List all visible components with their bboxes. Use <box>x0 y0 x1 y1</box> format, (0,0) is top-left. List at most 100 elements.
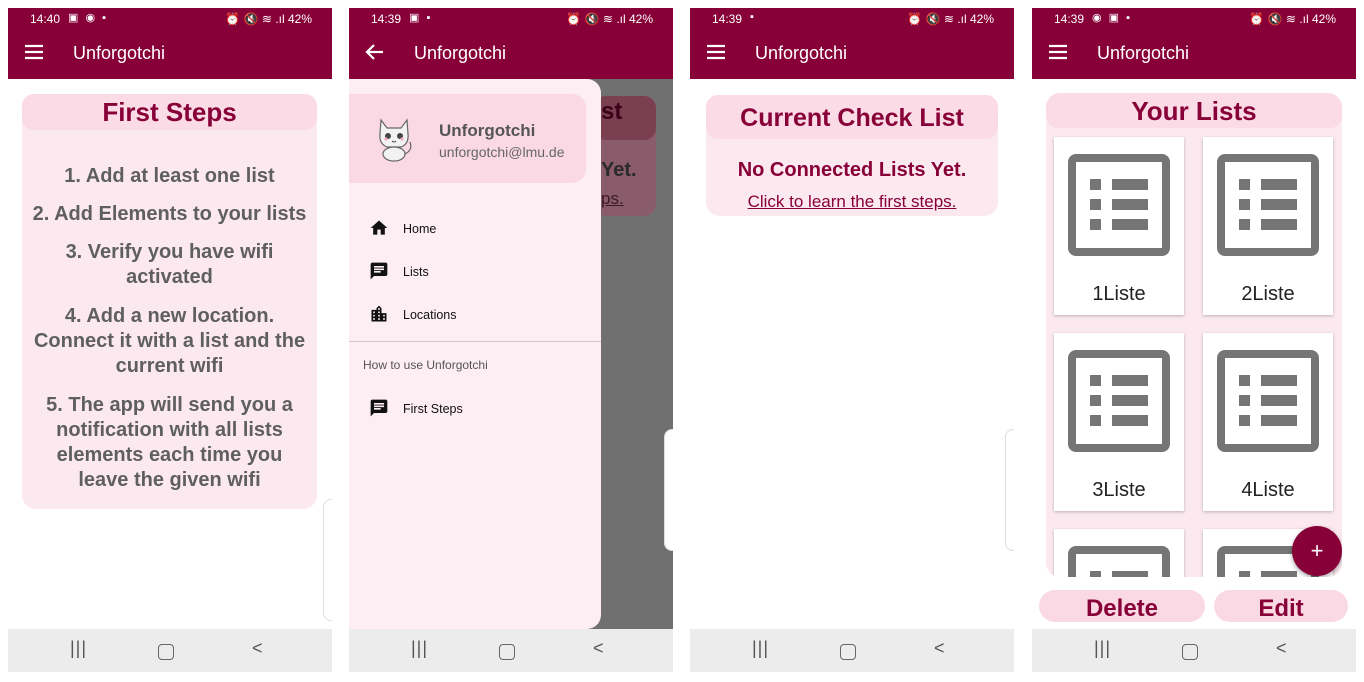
drawer-item-locations[interactable]: Locations <box>369 301 589 331</box>
main-content: Your Lists 1Liste 2Liste 3Liste 4Liste +… <box>1032 79 1356 629</box>
list-icon <box>1217 350 1319 452</box>
app-bar: Unforgotchi <box>1032 28 1356 79</box>
location-city-icon <box>371 305 387 322</box>
back-nav-icon[interactable]: < <box>1276 638 1287 659</box>
your-lists-title: Your Lists <box>1046 93 1342 128</box>
recent-apps-icon[interactable]: ||| <box>70 638 87 659</box>
back-arrow-icon[interactable] <box>363 40 387 64</box>
status-left-icons: ▪ <box>750 11 756 23</box>
screen-first-steps: 14:40 ▣ ◉ ▪ ⏰ 🔇 ≋ .ıl 42% Unforgotchi Fi… <box>8 8 332 672</box>
app-bar: Unforgotchi <box>8 28 332 79</box>
screen-navigation-drawer: 14:39 ▣ ▪ ⏰ 🔇 ≋ .ıl 42% Unforgotchi st Y… <box>349 8 673 672</box>
first-steps-title: First Steps <box>22 94 317 130</box>
status-right-indicators: ⏰ 🔇 ≋ .ıl 42% <box>225 12 312 26</box>
status-bar: 14:39 ◉ ▣ ▪ ⏰ 🔇 ≋ .ıl 42% <box>1032 8 1356 28</box>
status-right-indicators: ⏰ 🔇 ≋ .ıl 42% <box>907 12 994 26</box>
screen-current-check-list: 14:39 ▪ ⏰ 🔇 ≋ .ıl 42% Unforgotchi Curren… <box>690 8 1014 672</box>
drawer-item-label: Lists <box>403 265 429 279</box>
screen-your-lists: 14:39 ◉ ▣ ▪ ⏰ 🔇 ≋ .ıl 42% Unforgotchi Yo… <box>1032 8 1356 672</box>
status-bar: 14:39 ▣ ▪ ⏰ 🔇 ≋ .ıl 42% <box>349 8 673 28</box>
step-1: 1. Add at least one list <box>64 165 275 187</box>
recent-apps-icon[interactable]: ||| <box>1094 638 1111 659</box>
status-left-icons: ▣ ◉ ▪ <box>68 12 109 24</box>
empty-message: No Connected Lists Yet. <box>737 159 967 181</box>
list-tile[interactable]: 1Liste <box>1054 137 1184 315</box>
step-5: 5. The app will send you a notification … <box>46 394 293 491</box>
drawer-item-label: Locations <box>403 308 457 322</box>
cat-avatar-icon <box>379 118 412 162</box>
list-icon <box>1068 350 1170 452</box>
system-nav-bar: ||| < <box>349 629 673 672</box>
add-list-button[interactable]: + <box>1292 526 1342 576</box>
main-content: Current Check List No Connected Lists Ye… <box>690 79 1014 629</box>
menu-icon[interactable] <box>22 40 46 64</box>
dimmed-title-fragment: st <box>601 98 623 125</box>
edge-panel-handle[interactable] <box>1005 429 1014 551</box>
main-content: First Steps 1. Add at least one list 2. … <box>8 79 332 629</box>
menu-icon[interactable] <box>1046 40 1070 64</box>
list-tile[interactable]: 2Liste <box>1203 137 1333 315</box>
status-left-icons: ◉ ▣ ▪ <box>1092 12 1133 24</box>
step-2: 2. Add Elements to your lists <box>32 203 307 225</box>
recent-apps-icon[interactable]: ||| <box>411 638 428 659</box>
edge-panel-handle[interactable] <box>664 429 673 551</box>
app-title: Unforgotchi <box>414 43 507 63</box>
check-list-card: Current Check List No Connected Lists Ye… <box>706 95 998 216</box>
app-title: Unforgotchi <box>73 43 166 63</box>
navigation-drawer: Unforgotchi unforgotchi@lmu.de Home List… <box>349 79 601 629</box>
your-lists-card: Your Lists 1Liste 2Liste 3Liste 4Liste + <box>1046 93 1342 577</box>
status-time: 14:39 <box>1054 12 1085 26</box>
back-nav-icon[interactable]: < <box>593 638 604 659</box>
status-time: 14:39 <box>371 12 402 26</box>
first-steps-link[interactable]: Click to learn the first steps. <box>706 192 998 212</box>
list-tile-label: 3Liste <box>1092 479 1146 501</box>
step-4: 4. Add a new location. Connect it with a… <box>33 305 306 377</box>
drawer-header: Unforgotchi unforgotchi@lmu.de <box>349 94 586 183</box>
list-tile-label: 4Liste <box>1241 479 1295 501</box>
drawer-item-label: Home <box>403 222 437 236</box>
app-bar: Unforgotchi <box>349 28 673 79</box>
drawer-divider <box>349 341 601 342</box>
app-title: Unforgotchi <box>755 43 848 63</box>
home-nav-icon[interactable] <box>1182 644 1198 660</box>
list-tile-label: 2Liste <box>1241 283 1295 305</box>
list-tile[interactable]: 4Liste <box>1203 333 1333 511</box>
message-icon <box>370 262 388 280</box>
home-nav-icon[interactable] <box>158 644 174 660</box>
step-3: 3. Verify you have wifi activated <box>65 241 274 288</box>
list-tile[interactable]: 3Liste <box>1054 333 1184 511</box>
back-nav-icon[interactable]: < <box>934 638 945 659</box>
status-bar: 14:39 ▪ ⏰ 🔇 ≋ .ıl 42% <box>690 8 1014 28</box>
drawer-user-name: Unforgotchi <box>439 121 536 140</box>
status-right-indicators: ⏰ 🔇 ≋ .ıl 42% <box>566 12 653 26</box>
status-right-indicators: ⏰ 🔇 ≋ .ıl 42% <box>1249 12 1336 26</box>
home-nav-icon[interactable] <box>499 644 515 660</box>
list-icon <box>1217 154 1319 256</box>
dimmed-link-fragment: ps. <box>601 189 624 208</box>
check-list-title: Current Check List <box>706 95 998 139</box>
home-nav-icon[interactable] <box>840 644 856 660</box>
drawer-item-lists[interactable]: Lists <box>369 258 589 288</box>
status-time: 14:39 <box>712 12 743 26</box>
menu-icon[interactable] <box>704 40 728 64</box>
system-nav-bar: ||| < <box>1032 629 1356 672</box>
dimmed-message-fragment: Yet. <box>601 159 637 181</box>
drawer-section-title: How to use Unforgotchi <box>363 358 488 372</box>
drawer-user-email: unforgotchi@lmu.de <box>439 144 565 160</box>
edit-button[interactable]: Edit <box>1214 590 1348 622</box>
drawer-item-first-steps[interactable]: First Steps <box>369 395 589 425</box>
system-nav-bar: ||| < <box>690 629 1014 672</box>
drawer-item-home[interactable]: Home <box>369 215 589 245</box>
status-time: 14:40 <box>30 12 61 26</box>
home-icon <box>370 220 388 235</box>
delete-button[interactable]: Delete <box>1039 590 1205 622</box>
recent-apps-icon[interactable]: ||| <box>752 638 769 659</box>
back-nav-icon[interactable]: < <box>252 638 263 659</box>
message-icon <box>370 399 388 417</box>
app-bar: Unforgotchi <box>690 28 1014 79</box>
status-left-icons: ▣ ▪ <box>409 12 433 24</box>
edge-panel-handle[interactable] <box>323 499 332 621</box>
list-tile[interactable] <box>1054 529 1184 577</box>
list-icon <box>1068 154 1170 256</box>
list-tile-label: 1Liste <box>1092 283 1146 305</box>
